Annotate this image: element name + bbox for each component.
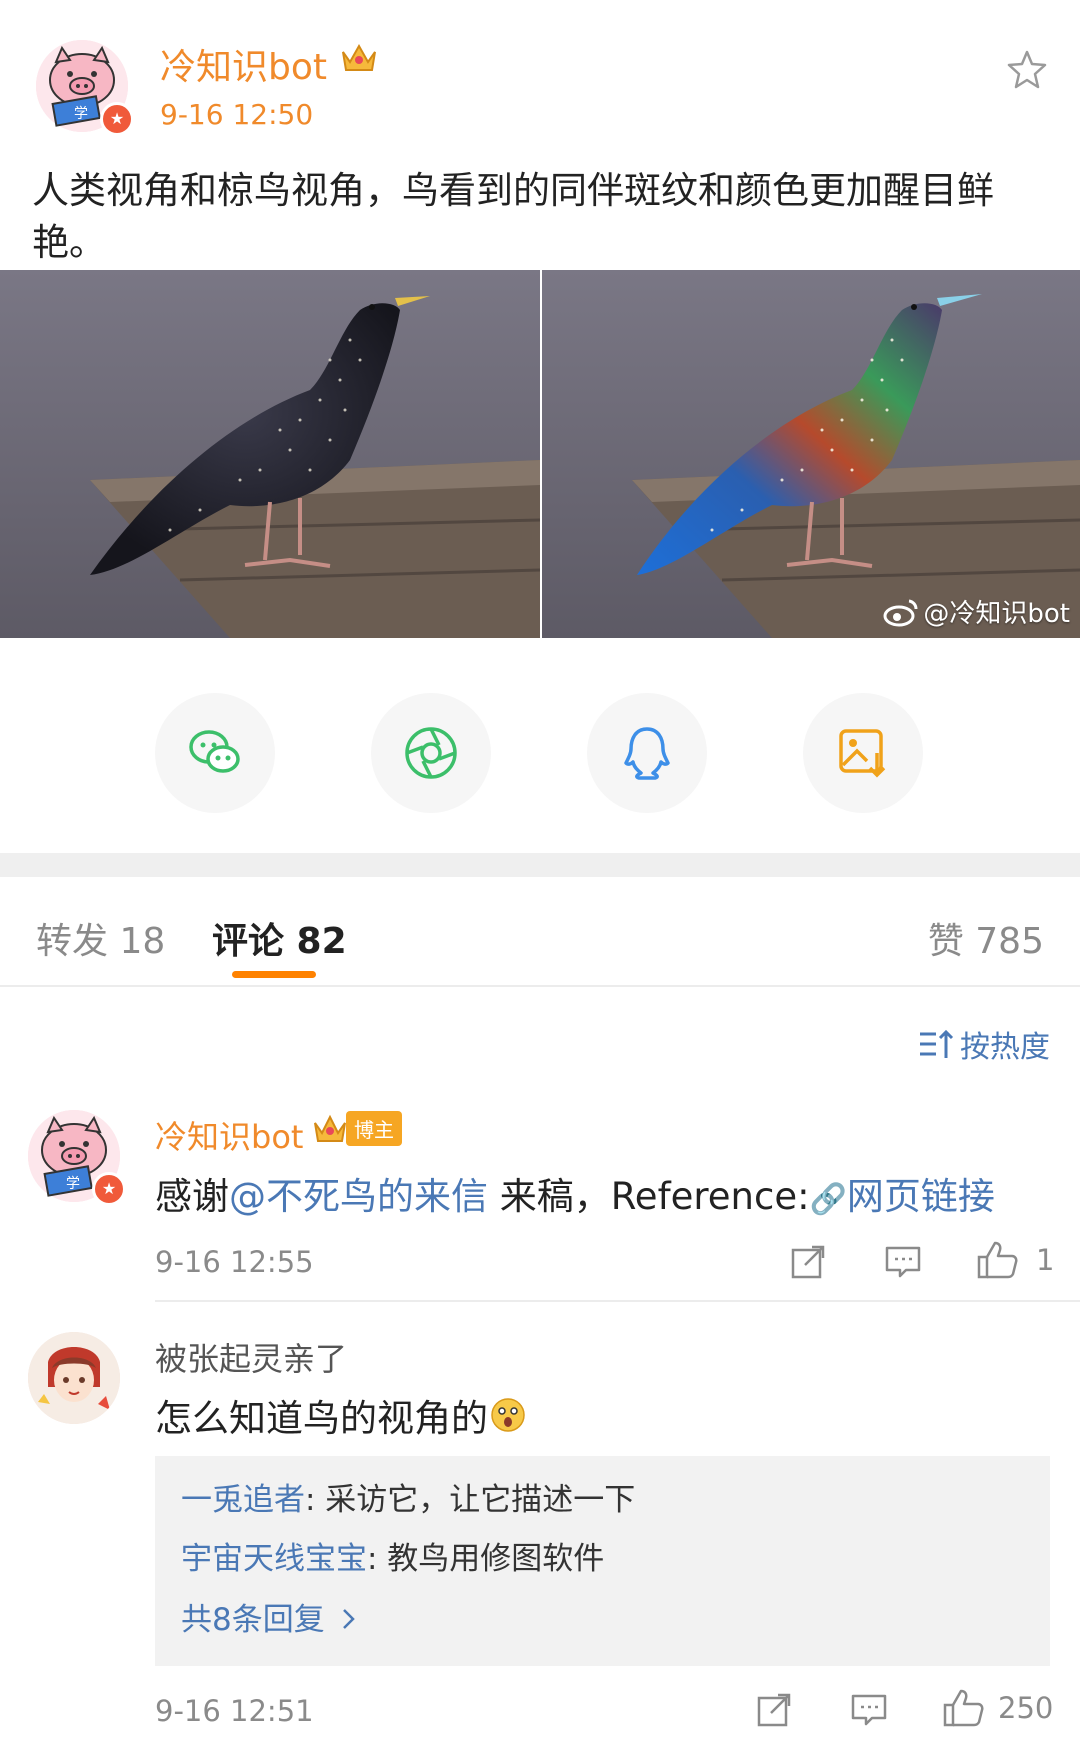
tab-like[interactable]: 赞 785 [928, 912, 1044, 964]
tab-active-indicator [232, 971, 316, 978]
web-link[interactable]: 🔗网页链接 [810, 1175, 995, 1218]
crown-icon [340, 40, 378, 74]
comment-author-name[interactable]: 被张起灵亲了 [155, 1334, 347, 1380]
tab-comment[interactable]: 评论 82 [212, 912, 347, 964]
like-count: 1 [1036, 1243, 1055, 1277]
post-image-starling-view[interactable]: @冷知识bot [542, 270, 1080, 638]
section-divider [0, 853, 1080, 877]
tab-repost[interactable]: 转发 18 [36, 912, 165, 964]
save-image-icon [839, 729, 886, 778]
chevron-right-icon [339, 1604, 359, 1630]
verified-badge-icon: ★ [92, 1172, 126, 1206]
svg-text:学: 学 [66, 1176, 80, 1192]
comment-bubble-icon [851, 1694, 887, 1726]
share-moments-button[interactable] [371, 693, 491, 813]
more-replies-label: 共8条回复 [181, 1602, 325, 1638]
reply-text: : 采访它，让它描述一下 [305, 1482, 636, 1518]
comment-text-body: 怎么知道鸟的视角的 [155, 1397, 488, 1440]
anime-avatar-icon [28, 1332, 120, 1424]
sort-icon [918, 1028, 954, 1060]
sort-label: 按热度 [960, 1030, 1050, 1065]
comment-text: 感谢@不死鸟的来信 来稿，Reference:🔗网页链接 [155, 1166, 995, 1220]
like-count: 250 [998, 1691, 1054, 1725]
share-qq-button[interactable] [587, 693, 707, 813]
moments-icon [405, 727, 457, 779]
comment-divider [155, 1300, 1080, 1302]
blogger-badge: 博主 [312, 1110, 402, 1146]
repost-comment-button[interactable] [756, 1692, 792, 1728]
like-comment-button[interactable]: 1 [976, 1240, 1054, 1280]
wechat-icon [189, 730, 240, 773]
post-time: 9-16 12:50 [160, 98, 314, 131]
weibo-logo-icon [883, 597, 919, 627]
comment-bubble-icon [885, 1246, 921, 1278]
sort-by-hot-button[interactable]: 按热度 [918, 1022, 1050, 1066]
comment-time: 9-16 12:55 [155, 1245, 314, 1279]
surprised-emoji-icon [490, 1397, 526, 1433]
share-out-icon [757, 1693, 791, 1727]
comment-time: 9-16 12:51 [155, 1694, 314, 1728]
svg-text:学: 学 [74, 106, 88, 122]
repost-comment-button[interactable] [790, 1244, 826, 1280]
reply-text: : 教鸟用修图软件 [367, 1541, 605, 1577]
comment-text-prefix: 感谢 [155, 1175, 229, 1218]
reply-comment-button[interactable] [884, 1244, 922, 1280]
reply-item[interactable]: 一兎追者: 采访它，让它描述一下 [181, 1474, 635, 1519]
post-text-line2: 艳。 [32, 221, 106, 264]
tabs-divider [0, 985, 1080, 987]
post-text-line1: 人类视角和椋鸟视角，鸟看到的同伴斑纹和颜色更加醒目鲜 [32, 169, 994, 212]
save-image-button[interactable] [803, 693, 923, 813]
comment-avatar[interactable] [28, 1332, 120, 1424]
qq-icon [624, 727, 670, 780]
reply-comment-button[interactable] [850, 1692, 888, 1728]
comment-text: 怎么知道鸟的视角的 [155, 1388, 526, 1442]
watermark-text: @冷知识bot [923, 599, 1070, 629]
link-icon: 🔗 [809, 1182, 847, 1217]
reply-item[interactable]: 宇宙天线宝宝: 教鸟用修图软件 [181, 1533, 604, 1578]
reply-user[interactable]: 一兎追者 [181, 1482, 305, 1518]
reply-user[interactable]: 宇宙天线宝宝 [181, 1541, 367, 1577]
favorite-star-icon[interactable] [1005, 48, 1049, 92]
replies-box[interactable]: 一兎追者: 采访它，让它描述一下 宇宙天线宝宝: 教鸟用修图软件 共8条回复 [155, 1456, 1050, 1666]
comment-avatar[interactable]: 学 ★ [28, 1110, 126, 1206]
post-author-name[interactable]: 冷知识bot [160, 38, 327, 90]
crown-icon [312, 1111, 348, 1145]
thumbs-up-icon [976, 1240, 1018, 1280]
share-out-icon [791, 1245, 825, 1279]
comment-text-middle: 来稿，Reference: [488, 1175, 810, 1218]
author-avatar[interactable]: 学 ★ [36, 40, 134, 136]
mention-link[interactable]: @不死鸟的来信 [229, 1175, 488, 1218]
web-link-label: 网页链接 [846, 1175, 995, 1218]
post-image-human-view[interactable] [0, 270, 540, 638]
more-replies-link[interactable]: 共8条回复 [181, 1594, 359, 1639]
share-wechat-button[interactable] [155, 693, 275, 813]
verified-badge-icon: ★ [100, 102, 134, 136]
blogger-badge-label: 博主 [346, 1110, 402, 1146]
thumbs-up-icon [942, 1688, 984, 1728]
weibo-watermark: @冷知识bot [883, 593, 1070, 630]
comment-author-name[interactable]: 冷知识bot [155, 1112, 303, 1158]
like-comment-button[interactable]: 250 [942, 1688, 1053, 1728]
